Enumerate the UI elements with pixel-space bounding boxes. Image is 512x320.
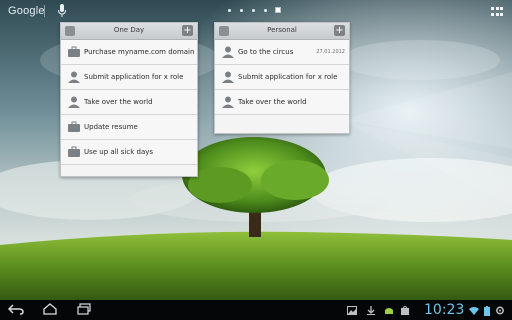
task-label: Go to the circus — [238, 48, 294, 56]
page-dot — [228, 8, 231, 12]
task-date: 27.01.2012 — [316, 49, 345, 55]
store-notification-icon[interactable] — [400, 306, 410, 315]
task-widget-personal: Personal + Go to the circus 27.01.2012 S… — [214, 22, 350, 134]
app-drawer-icon[interactable] — [491, 7, 503, 17]
microphone-icon[interactable] — [57, 4, 67, 18]
wifi-icon — [469, 307, 479, 315]
task-item[interactable]: Submit application for x role — [215, 65, 349, 90]
task-item[interactable]: Use up all sick days — [61, 140, 197, 165]
person-icon — [68, 96, 80, 108]
page-dot — [240, 8, 243, 12]
task-item[interactable]: Update resume — [61, 115, 197, 140]
person-icon — [222, 71, 234, 83]
person-icon — [222, 96, 234, 108]
widget-header: Personal + — [215, 23, 349, 40]
person-icon — [68, 71, 80, 83]
task-widget-one-day: One Day + Purchase myname.com domain Sub… — [60, 22, 198, 177]
gallery-notification-icon[interactable] — [347, 306, 357, 315]
home-icon[interactable] — [42, 303, 58, 315]
task-item[interactable]: Take over the world — [61, 90, 197, 115]
page-dot — [252, 8, 255, 12]
android-notification-icon[interactable] — [384, 306, 394, 315]
add-task-button[interactable]: + — [182, 25, 193, 36]
task-item[interactable]: Take over the world — [215, 90, 349, 115]
add-task-button[interactable]: + — [334, 25, 345, 36]
task-label: Use up all sick days — [84, 148, 154, 156]
search-divider — [44, 5, 45, 17]
task-label: Take over the world — [84, 98, 153, 106]
person-icon — [222, 46, 234, 58]
task-item[interactable]: Submit application for x role — [61, 65, 197, 90]
task-label: Submit application for x role — [238, 73, 338, 81]
page-dot — [264, 8, 267, 12]
task-label: Submit application for x role — [84, 73, 184, 81]
task-label: Take over the world — [238, 98, 307, 106]
widget-title: One Day — [113, 26, 145, 34]
task-label: Purchase myname.com domain — [84, 48, 195, 56]
widget-header: One Day + — [61, 23, 197, 40]
widget-title: Personal — [267, 26, 297, 34]
back-icon[interactable] — [8, 303, 24, 315]
page-indicator — [228, 7, 281, 13]
recent-apps-icon[interactable] — [76, 303, 92, 315]
page-dot-current — [275, 7, 281, 13]
briefcase-icon — [68, 146, 80, 157]
task-item[interactable]: Purchase myname.com domain — [61, 40, 197, 65]
google-search-label[interactable]: Google — [8, 5, 45, 17]
battery-icon — [484, 306, 490, 316]
settings-icon[interactable] — [495, 306, 505, 315]
task-item[interactable]: Go to the circus 27.01.2012 — [215, 40, 349, 65]
download-icon[interactable] — [366, 306, 376, 315]
clock[interactable]: 10:23 — [424, 302, 464, 318]
briefcase-icon — [68, 121, 80, 132]
task-label: Update resume — [84, 123, 138, 131]
briefcase-icon — [68, 46, 80, 57]
